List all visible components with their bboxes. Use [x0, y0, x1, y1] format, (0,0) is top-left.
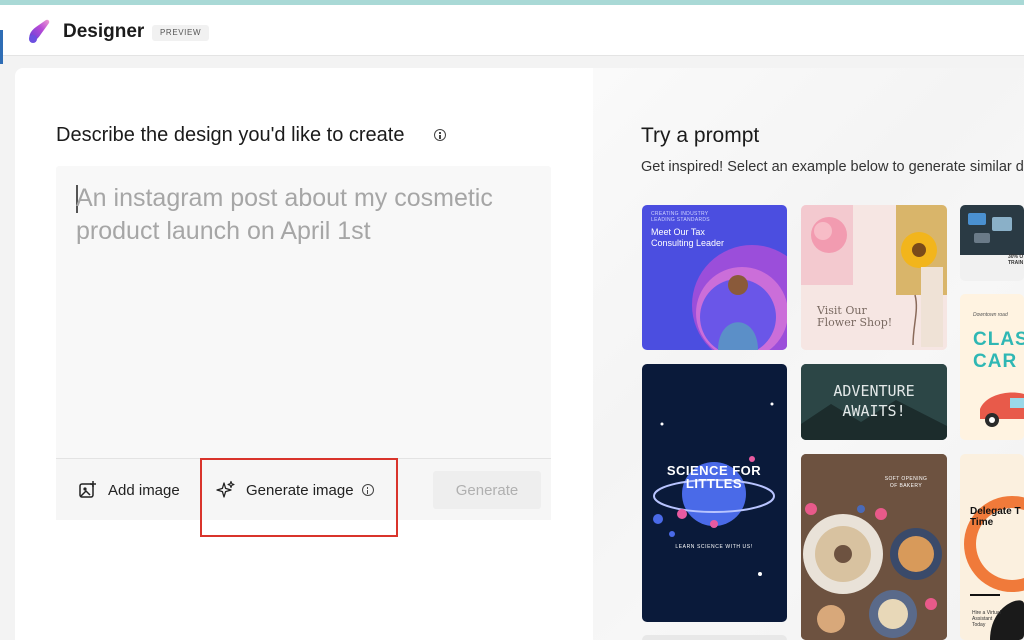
example-class-car[interactable]: Downtown road CLAS CAR — [960, 294, 1024, 440]
tile-title: Delegate T Time — [970, 506, 1021, 528]
tile-small-line: Today — [972, 622, 986, 628]
app-header: Designer PREVIEW — [0, 5, 1024, 56]
try-prompt-subheading: Get inspired! Select an example below to… — [641, 159, 1024, 175]
try-prompt-heading: Try a prompt — [641, 124, 760, 147]
main-card: Describe the design you'd like to create… — [15, 68, 1024, 640]
add-image-label: Add image — [108, 481, 180, 499]
tile-title-line: ADVENTURE — [833, 382, 915, 400]
tile-title-line: Time — [970, 517, 994, 528]
preview-badge: PREVIEW — [152, 25, 210, 41]
example-delegate-time[interactable]: Delegate T Time Hire a Virtual Assistant… — [960, 454, 1024, 640]
example-adventure-awaits[interactable]: ADVENTURE AWAITS! — [801, 364, 947, 440]
tile-title-line: OF BAKERY — [889, 483, 923, 489]
tile-title: ADVENTURE AWAITS! — [805, 381, 943, 421]
tile-title-line: AWAITS! — [842, 402, 906, 420]
tile-artwork — [692, 245, 787, 350]
add-image-icon — [79, 481, 96, 498]
tile-title: SCIENCE FOR LITTLES — [654, 464, 774, 490]
highlight-annotation-box — [200, 458, 398, 537]
prompt-placeholder: An instagram post about my cosmetic prod… — [76, 184, 493, 245]
tile-title-line: TRAIN — [1008, 260, 1024, 266]
designer-logo-icon — [29, 19, 50, 43]
example-science-for-littles[interactable]: SCIENCE FOR LITTLES LEARN SCIENCE WITH U… — [642, 364, 787, 622]
tile-title: 30% O TRAIN — [1008, 254, 1023, 266]
example-tax-consulting[interactable]: CREATING INDUSTRY LEADING STANDARDS Meet… — [642, 205, 787, 350]
generate-button[interactable]: Generate — [433, 471, 541, 509]
example-bakery-opening[interactable]: SOFT OPENING OF BAKERY — [801, 454, 947, 640]
info-icon[interactable] — [434, 129, 446, 141]
tile-title-line: LITTLES — [685, 476, 743, 491]
tile-title: Visit Our Flower Shop! — [817, 305, 892, 329]
add-image-button[interactable]: Add image — [78, 477, 180, 503]
example-flower-shop[interactable]: Visit Our Flower Shop! — [801, 205, 947, 350]
tile-artwork — [960, 205, 1024, 255]
example-discount[interactable]: 30% O TRAIN — [960, 205, 1024, 281]
app-title: Designer — [63, 21, 145, 42]
tile-title-line: SOFT OPENING — [884, 476, 928, 482]
example-tile-partial[interactable] — [642, 635, 787, 640]
tile-title-line: Delegate T — [970, 506, 1021, 517]
left-edge-accent — [0, 30, 3, 64]
prompt-textarea[interactable]: An instagram post about my cosmetic prod… — [56, 166, 551, 458]
tile-title-line: Flower Shop! — [817, 316, 893, 329]
tile-subtitle: LEARN SCIENCE WITH US! — [675, 544, 753, 550]
tile-small-text: Hire a Virtual Assistant Today — [972, 610, 1001, 628]
tile-artwork — [980, 392, 1024, 427]
describe-heading: Describe the design you'd like to create — [56, 124, 405, 146]
tile-artwork — [653, 402, 775, 576]
tile-title: SOFT OPENING OF BAKERY — [871, 476, 941, 490]
